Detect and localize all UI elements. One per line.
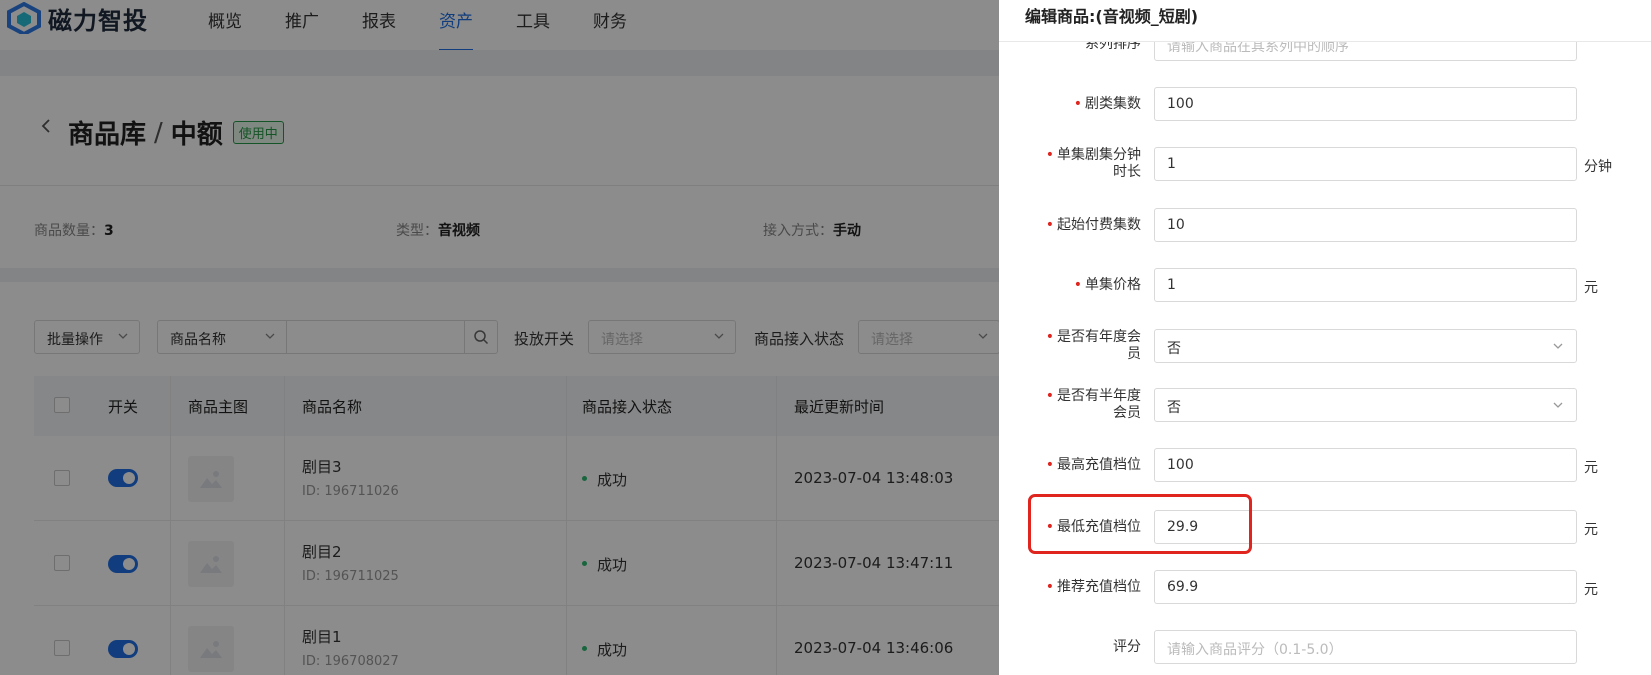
required-mark: • [1045,457,1054,473]
form-row: • 单集价格 1 元 [999,268,1651,302]
field-label: • 单集剧集分钟时长 [1045,147,1141,180]
chevron-down-icon [1553,402,1563,408]
form-row: • 起始付费集数 10 [999,208,1651,242]
field-label: • 是否有半年度会员 [1045,388,1141,421]
field-input[interactable]: 1 [1154,147,1577,181]
field-label: 评分 [1113,639,1141,655]
required-mark: • [1073,96,1082,112]
field-label: • 最高充值档位 [1045,457,1141,473]
required-mark: • [1045,579,1054,595]
field-input[interactable]: 请输入商品在其系列中的顺序 [1154,42,1577,61]
annotation-highlight-box [1028,494,1252,554]
chevron-down-icon [1553,343,1563,349]
form-row: • 剧类集数 100 [999,87,1651,121]
field-unit: 分钟 [1584,159,1612,175]
field-label: • 剧类集数 [1073,96,1141,112]
field-select[interactable]: 否 [1154,388,1577,422]
field-unit: 元 [1584,582,1598,598]
edit-product-drawer: 编辑商品:(音视频_短剧) 系列排序 请输入商品在其系列中的顺序 • 剧类集数 100 •… [999,0,1651,675]
field-label: • 推荐充值档位 [1045,579,1141,595]
required-mark: • [1045,388,1054,404]
field-unit: 元 [1584,280,1598,296]
field-input[interactable]: 69.9 [1154,570,1577,604]
field-unit: 元 [1584,460,1598,476]
form-row: • 最高充值档位 100 元 [999,448,1651,482]
field-label: • 是否有年度会员 [1045,329,1141,362]
required-mark: • [1045,217,1054,233]
form-row: 系列排序 请输入商品在其系列中的顺序 [999,42,1651,61]
field-select[interactable]: 否 [1154,329,1577,363]
field-unit: 元 [1584,522,1598,538]
form-body[interactable]: 系列排序 请输入商品在其系列中的顺序 • 剧类集数 100 • 单集剧集分钟时长 1 分钟 • 起始… [999,42,1651,675]
required-mark: • [1045,329,1054,345]
field-input[interactable]: 100 [1154,87,1577,121]
modal-overlay[interactable] [0,0,1000,675]
form-row: • 是否有半年度会员否 [999,388,1651,422]
form-row: • 推荐充值档位 69.9 元 [999,570,1651,604]
drawer-title: 编辑商品:(音视频_短剧) [1025,7,1199,26]
field-input[interactable]: 10 [1154,208,1577,242]
form-row: • 单集剧集分钟时长 1 分钟 [999,147,1651,181]
required-mark: • [1045,147,1054,163]
field-label: • 起始付费集数 [1045,217,1141,233]
field-input[interactable]: 1 [1154,268,1577,302]
form-row: 评分 请输入商品评分（0.1-5.0） [999,630,1651,664]
field-label: 系列排序 [1085,42,1141,52]
field-input[interactable]: 请输入商品评分（0.1-5.0） [1154,630,1577,664]
form-row: • 是否有年度会员否 [999,329,1651,363]
required-mark: • [1073,277,1082,293]
field-input[interactable]: 100 [1154,448,1577,482]
field-label: • 单集价格 [1073,277,1141,293]
